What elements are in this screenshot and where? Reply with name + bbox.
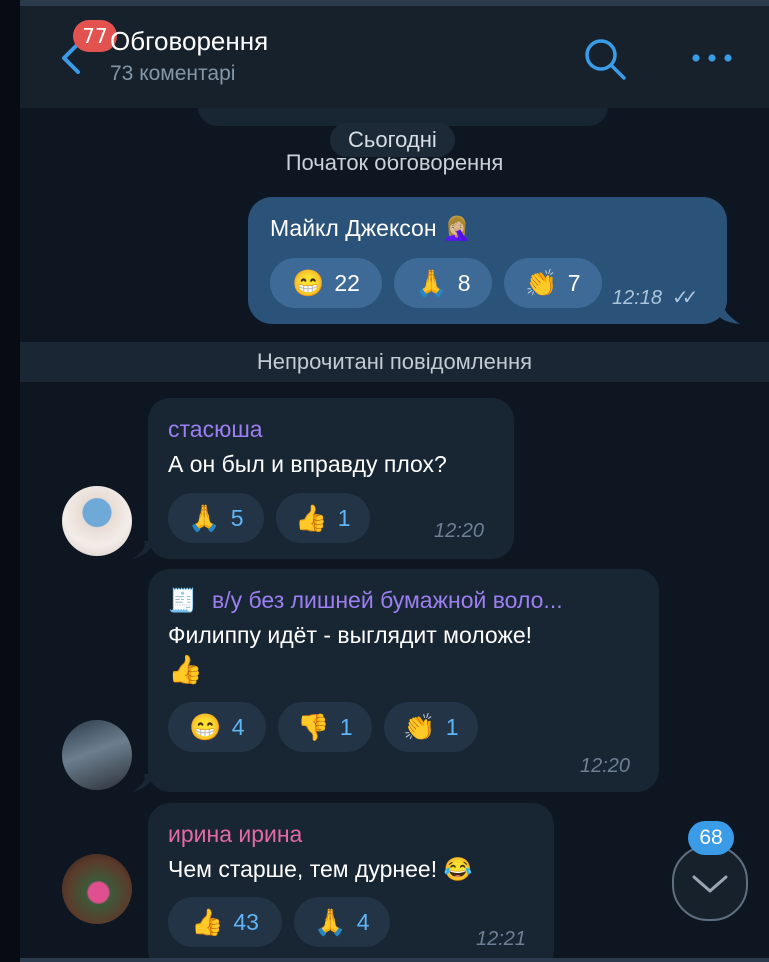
reaction-count: 1 (337, 504, 351, 531)
message-time: 12:20 (434, 520, 485, 542)
reactions-row: 😁 4 👎 1 👏 1 (168, 702, 478, 752)
reaction-pray[interactable]: 🙏 8 (394, 258, 492, 308)
sender-name[interactable]: в/у без лишней бумажной воло... (212, 587, 563, 614)
reaction-count: 1 (445, 713, 459, 740)
read-checkmarks-icon: ✓✓ (672, 285, 698, 309)
message-text: А он был и вправду плох? (168, 451, 447, 477)
chat-subtitle: 73 коментарі (110, 62, 236, 85)
reaction-count: 4 (356, 908, 370, 935)
reaction-grin[interactable]: 😁 4 (168, 702, 266, 752)
avatar-vu-bez-lishney[interactable] (62, 720, 132, 790)
reactions-row: 😁 22 🙏 8 👏 7 (270, 258, 602, 308)
incoming-message-bubble[interactable]: стасюша А он был и вправду плох? 🙏 5 👍 1… (148, 398, 514, 559)
reaction-clap[interactable]: 👏 7 (504, 258, 602, 308)
incoming-message-bubble[interactable]: ирина ирина Чем старше, тем дурнее! 😂 👍 … (148, 803, 554, 962)
reaction-count: 1 (339, 713, 353, 740)
pray-emoji-icon: 🙏 (188, 503, 221, 533)
reactions-row: 🙏 5 👍 1 (168, 493, 370, 543)
reaction-thumbs-up[interactable]: 👍 43 (168, 897, 282, 947)
message-text: Майкл Джексон 🤦🏼‍♀️ (270, 215, 472, 241)
unread-messages-separator: Непрочитані повідомлення (20, 342, 769, 382)
reaction-count: 8 (457, 269, 471, 296)
reaction-clap[interactable]: 👏 1 (384, 702, 478, 752)
reactions-row: 👍 43 🙏 4 (168, 897, 390, 947)
grin-emoji-icon: 😁 (189, 712, 222, 742)
sender-name[interactable]: ирина ирина (168, 821, 302, 848)
thumbs-down-emoji-icon: 👎 (297, 712, 330, 742)
reaction-count: 43 (233, 908, 259, 935)
avatar-stasyusha[interactable] (62, 486, 132, 556)
incoming-message-bubble[interactable]: 🧾 в/у без лишней бумажной воло... Филипп… (148, 569, 659, 792)
search-icon[interactable] (582, 36, 628, 82)
thumbs-up-emoji-icon: 👍 (191, 907, 224, 937)
reaction-pray[interactable]: 🙏 4 (294, 897, 390, 947)
avatar-irina[interactable] (62, 854, 132, 924)
message-time: 12:21 (476, 928, 527, 950)
message-time: 12:18 (612, 287, 663, 309)
more-horizontal-icon[interactable] (690, 50, 734, 66)
reaction-count: 4 (231, 713, 245, 740)
reaction-grin[interactable]: 😁 22 (270, 258, 382, 308)
unread-comments-badge[interactable]: 68 (688, 821, 734, 855)
scroll-to-bottom-button[interactable] (672, 845, 748, 921)
outgoing-message-bubble[interactable]: Майкл Джексон 🤦🏼‍♀️ 😁 22 🙏 8 👏 7 12:18 ✓… (248, 197, 727, 324)
reaction-thumbs-down[interactable]: 👎 1 (278, 702, 372, 752)
chat-area[interactable]: Початок обговорення Сьогодні Майкл Джекс… (20, 108, 769, 962)
grin-emoji-icon: 😁 (292, 268, 325, 298)
sender-name[interactable]: стасюша (168, 416, 263, 443)
message-text: Филиппу идёт - выглядит моложе! (168, 622, 533, 648)
receipt-emoji-icon: 🧾 (168, 587, 197, 613)
outgoing-bubble-tail (710, 304, 740, 324)
thumbs-up-emoji-icon: 👍 (295, 503, 328, 533)
incoming-bubble-tail (132, 774, 154, 792)
reaction-count: 7 (567, 269, 581, 296)
chat-title: Обговорення (110, 26, 269, 56)
clap-emoji-icon: 👏 (525, 268, 558, 298)
thumbs-up-emoji-icon: 👍 (168, 654, 203, 685)
left-edge-strip (0, 0, 20, 962)
pray-emoji-icon: 🙏 (415, 268, 448, 298)
message-text: Чем старше, тем дурнее! 😂 (168, 856, 473, 882)
reaction-count: 22 (334, 269, 360, 296)
bottom-divider (20, 958, 769, 962)
chevron-down-icon (692, 875, 728, 893)
pray-emoji-icon: 🙏 (314, 907, 347, 937)
clap-emoji-icon: 👏 (403, 712, 436, 742)
chat-header (20, 6, 769, 108)
reaction-thumbs-up[interactable]: 👍 1 (276, 493, 370, 543)
reaction-pray[interactable]: 🙏 5 (168, 493, 264, 543)
message-time: 12:20 (580, 755, 631, 777)
reaction-count: 5 (230, 504, 244, 531)
date-separator: Сьогодні (330, 123, 455, 157)
incoming-bubble-tail (132, 541, 154, 559)
